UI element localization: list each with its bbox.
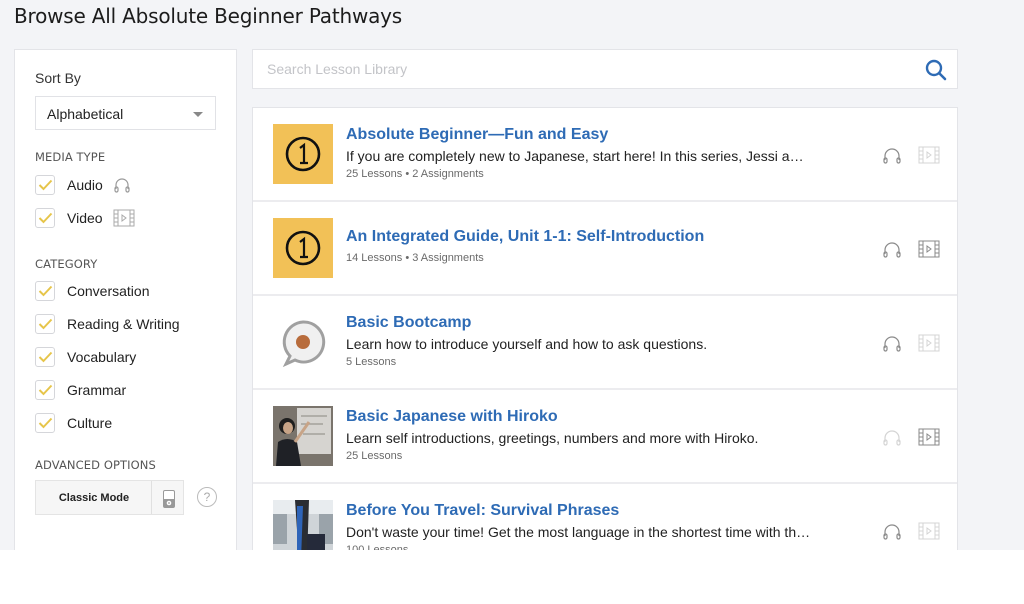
teacher-photo-thumbnail — [273, 406, 333, 466]
culture-label: Culture — [67, 415, 113, 431]
reading-writing-label: Reading & Writing — [67, 316, 180, 332]
grammar-checkbox[interactable] — [35, 380, 55, 400]
advanced-options-heading: ADVANCED OPTIONS — [35, 458, 156, 472]
filter-reading-writing[interactable]: Reading & Writing — [35, 313, 180, 335]
filter-audio[interactable]: Audio — [35, 174, 131, 196]
headphones-icon — [882, 148, 902, 169]
pathway-item[interactable]: An Integrated Guide, Unit 1-1: Self-Intr… — [253, 202, 957, 296]
filter-culture[interactable]: Culture — [35, 412, 112, 434]
headphones-icon — [882, 430, 902, 451]
speech-bubble-logo-thumbnail — [273, 312, 333, 372]
search-icon[interactable] — [925, 59, 947, 86]
checkmark-icon — [38, 318, 53, 330]
pathway-item[interactable]: Absolute Beginner—Fun and Easy If you ar… — [253, 108, 957, 202]
help-icon[interactable]: ? — [197, 487, 217, 507]
headphones-icon — [882, 242, 902, 263]
sort-by-value: Alphabetical — [47, 106, 124, 122]
pathway-description: Learn how to introduce yourself and how … — [346, 336, 708, 352]
pathway-meta: 14 Lessons • 3 Assignments — [346, 252, 484, 264]
traveler-photo-thumbnail — [273, 500, 333, 550]
pathway-description: Don't waste your time! Get the most lang… — [346, 524, 811, 540]
film-icon — [918, 240, 940, 263]
filter-sidebar: Sort By Alphabetical MEDIA TYPE Audio Vi… — [14, 49, 237, 550]
chevron-down-icon — [193, 112, 203, 117]
filter-video[interactable]: Video — [35, 207, 135, 229]
search-input[interactable] — [253, 50, 913, 88]
pathway-item[interactable]: Before You Travel: Survival Phrases Don'… — [253, 484, 957, 550]
pathway-meta: 25 Lessons • 2 Assignments — [346, 168, 484, 180]
vocabulary-checkbox[interactable] — [35, 347, 55, 367]
checkmark-icon — [38, 384, 53, 396]
film-icon — [918, 522, 940, 545]
film-icon — [918, 146, 940, 169]
number-one-badge-thumbnail — [273, 218, 333, 278]
pathway-description: Learn self introductions, greetings, num… — [346, 430, 759, 446]
pathway-title[interactable]: Basic Japanese with Hiroko — [346, 408, 558, 426]
checkmark-icon — [38, 351, 53, 363]
checkmark-icon — [38, 212, 53, 224]
filter-grammar[interactable]: Grammar — [35, 379, 126, 401]
conversation-label: Conversation — [67, 283, 150, 299]
classic-mode-label: Classic Mode — [58, 492, 130, 504]
pathway-description: If you are completely new to Japanese, s… — [346, 148, 811, 164]
checkmark-icon — [38, 285, 53, 297]
filter-vocabulary[interactable]: Vocabulary — [35, 346, 136, 368]
film-icon — [918, 334, 940, 357]
number-one-badge-thumbnail — [273, 124, 333, 184]
page-title: Browse All Absolute Beginner Pathways — [14, 4, 403, 28]
filter-conversation[interactable]: Conversation — [35, 280, 150, 302]
ipod-icon — [163, 490, 175, 513]
checkmark-icon — [38, 179, 53, 191]
pathway-list: Absolute Beginner—Fun and Easy If you ar… — [252, 107, 958, 550]
film-icon — [918, 428, 940, 451]
pathway-title[interactable]: An Integrated Guide, Unit 1-1: Self-Intr… — [346, 228, 704, 246]
page-background: Browse All Absolute Beginner Pathways So… — [0, 0, 1024, 550]
audio-label: Audio — [67, 177, 103, 193]
film-icon — [113, 209, 135, 227]
sort-by-label: Sort By — [35, 70, 81, 86]
reading-writing-checkbox[interactable] — [35, 314, 55, 334]
media-type-heading: MEDIA TYPE — [35, 150, 106, 164]
pathway-meta: 5 Lessons — [346, 356, 397, 368]
grammar-label: Grammar — [67, 382, 127, 398]
headphones-icon — [882, 524, 902, 545]
category-heading: CATEGORY — [35, 257, 98, 271]
headphones-icon — [113, 177, 131, 193]
audio-checkbox[interactable] — [35, 175, 55, 195]
video-label: Video — [67, 210, 103, 226]
search-bar — [252, 49, 958, 89]
conversation-checkbox[interactable] — [35, 281, 55, 301]
pathway-title[interactable]: Absolute Beginner—Fun and Easy — [346, 126, 608, 144]
pathway-meta: 25 Lessons — [346, 450, 403, 462]
sort-by-dropdown[interactable]: Alphabetical — [35, 96, 216, 130]
headphones-icon — [882, 336, 902, 357]
classic-mode-button[interactable]: Classic Mode — [35, 480, 184, 515]
pathway-item[interactable]: Basic Japanese with Hiroko Learn self in… — [253, 390, 957, 484]
pathway-item[interactable]: Basic Bootcamp Learn how to introduce yo… — [253, 296, 957, 390]
button-divider — [151, 481, 152, 514]
pathway-title[interactable]: Basic Bootcamp — [346, 314, 471, 332]
vocabulary-label: Vocabulary — [67, 349, 137, 365]
checkmark-icon — [38, 417, 53, 429]
pathway-meta: 100 Lessons — [346, 544, 409, 550]
culture-checkbox[interactable] — [35, 413, 55, 433]
video-checkbox[interactable] — [35, 208, 55, 228]
pathway-title[interactable]: Before You Travel: Survival Phrases — [346, 502, 619, 520]
